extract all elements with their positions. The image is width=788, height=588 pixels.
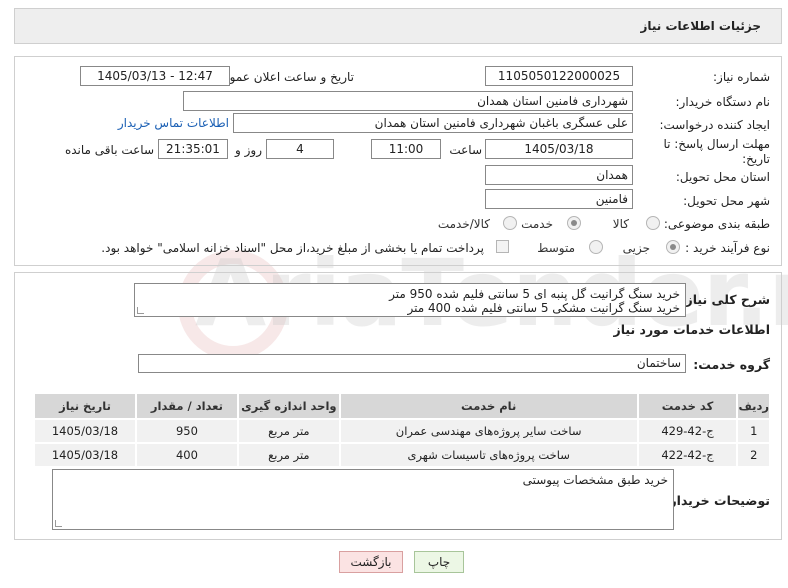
col-header-need-date: تاریخ نیاز <box>35 394 135 418</box>
category-radio-service[interactable] <box>567 216 581 230</box>
buyer-notes-label: توضیحات خریدار: <box>664 493 770 508</box>
service-group-field: ساختمان <box>138 354 686 373</box>
col-header-service-name: نام خدمت <box>340 394 637 418</box>
process-option-minor: جزیی <box>622 241 650 255</box>
category-label: طبقه بندی موضوعی: <box>663 217 770 231</box>
cell-need-date: 1405/03/18 <box>35 444 135 466</box>
col-header-service-code: کد خدمت <box>638 394 737 418</box>
cell-unit: متر مربع <box>238 444 339 466</box>
requester-label: ایجاد کننده درخواست: <box>659 118 770 132</box>
process-type-label: نوع فرآیند خرید : <box>685 241 770 255</box>
page-header: جزئیات اطلاعات نیاز <box>14 8 782 44</box>
page-title: جزئیات اطلاعات نیاز <box>640 19 761 33</box>
cell-service-code: ج-42-429 <box>638 420 737 442</box>
province-field: همدان <box>485 165 633 185</box>
province-label: استان محل تحویل: <box>675 170 770 184</box>
requester-field: علی عسگری باغبان شهرداری فامنین استان هم… <box>233 113 633 133</box>
buyer-notes-textarea[interactable]: خرید طبق مشخصات پیوستی <box>52 469 674 530</box>
process-radio-medium[interactable] <box>589 240 603 254</box>
category-radio-goods[interactable] <box>646 216 660 230</box>
cell-quantity: 400 <box>137 444 237 466</box>
announce-datetime-label: تاریخ و ساعت اعلان عمومی: <box>209 70 354 84</box>
deadline-time-label: ساعت <box>449 143 482 157</box>
treasury-payment-note: پرداخت تمام یا بخشی از مبلغ خرید،از محل … <box>101 241 484 255</box>
print-button[interactable]: چاپ <box>414 551 464 573</box>
need-number-field: 1105050122000025 <box>485 66 633 86</box>
resize-handle-icon[interactable] <box>55 520 62 527</box>
cell-unit: متر مربع <box>238 420 339 442</box>
category-option-goods: کالا <box>612 217 629 231</box>
table-row: 2 ج-42-422 ساخت پروژه‌های تاسیسات شهری م… <box>35 444 769 466</box>
table-row: 1 ج-42-429 ساخت سایر پروژه‌های مهندسی عم… <box>35 420 769 442</box>
category-option-goods-service: کالا/خدمت <box>437 217 490 231</box>
remaining-label: ساعت باقی مانده <box>64 143 154 157</box>
announce-datetime-field: 1405/03/13 - 12:47 <box>80 66 230 86</box>
buyer-contact-link[interactable]: اطلاعات تماس خریدار <box>118 116 229 130</box>
city-label: شهر محل تحویل: <box>683 194 770 208</box>
process-radio-minor[interactable] <box>666 240 680 254</box>
back-button[interactable]: بازگشت <box>339 551 403 573</box>
service-group-label: گروه خدمت: <box>693 357 770 372</box>
city-field: فامنین <box>485 189 633 209</box>
cell-row-number: 1 <box>738 420 769 442</box>
category-option-service: خدمت <box>521 217 553 231</box>
cell-quantity: 950 <box>137 420 237 442</box>
deadline-time-field: 11:00 <box>371 139 441 159</box>
days-label: روز و <box>235 143 262 157</box>
need-info-panel <box>14 56 782 266</box>
general-desc-label: شرح کلی نیاز: <box>680 292 770 307</box>
cell-service-name: ساخت سایر پروژه‌های مهندسی عمران <box>340 420 637 442</box>
category-radio-goods-service[interactable] <box>503 216 517 230</box>
remaining-time-field: 21:35:01 <box>158 139 228 159</box>
general-desc-line-2: خرید سنگ گرانیت مشکی 5 سانتی فلیم شده 40… <box>407 301 680 315</box>
buyer-notes-text: خرید طبق مشخصات پیوستی <box>522 473 668 487</box>
need-number-label: شماره نیاز: <box>713 70 770 84</box>
services-table: ردیف کد خدمت نام خدمت واحد اندازه گیری ت… <box>33 392 771 468</box>
process-option-medium: متوسط <box>537 241 575 255</box>
services-info-heading: اطلاعات خدمات مورد نیاز <box>613 322 771 337</box>
cell-need-date: 1405/03/18 <box>35 420 135 442</box>
buyer-org-field: شهرداری فامنین استان همدان <box>183 91 633 111</box>
deadline-label-line2: تاریخ: <box>742 152 770 166</box>
cell-service-code: ج-42-422 <box>638 444 737 466</box>
treasury-payment-checkbox[interactable] <box>496 240 509 253</box>
deadline-label-line1: مهلت ارسال پاسخ: تا <box>663 137 770 151</box>
table-header-row: ردیف کد خدمت نام خدمت واحد اندازه گیری ت… <box>35 394 769 418</box>
col-header-quantity: تعداد / مقدار <box>137 394 237 418</box>
days-field: 4 <box>266 139 334 159</box>
cell-row-number: 2 <box>738 444 769 466</box>
col-header-unit: واحد اندازه گیری <box>238 394 339 418</box>
cell-service-name: ساخت پروژه‌های تاسیسات شهری <box>340 444 637 466</box>
deadline-date-field: 1405/03/18 <box>485 139 633 159</box>
general-desc-line-1: خرید سنگ گرانیت گل پنبه ای 5 سانتی فلیم … <box>389 287 680 301</box>
resize-handle-icon[interactable] <box>137 307 144 314</box>
col-header-row-number: ردیف <box>738 394 769 418</box>
general-desc-textarea[interactable]: خرید سنگ گرانیت گل پنبه ای 5 سانتی فلیم … <box>134 283 686 317</box>
buyer-org-label: نام دستگاه خریدار: <box>675 95 771 109</box>
